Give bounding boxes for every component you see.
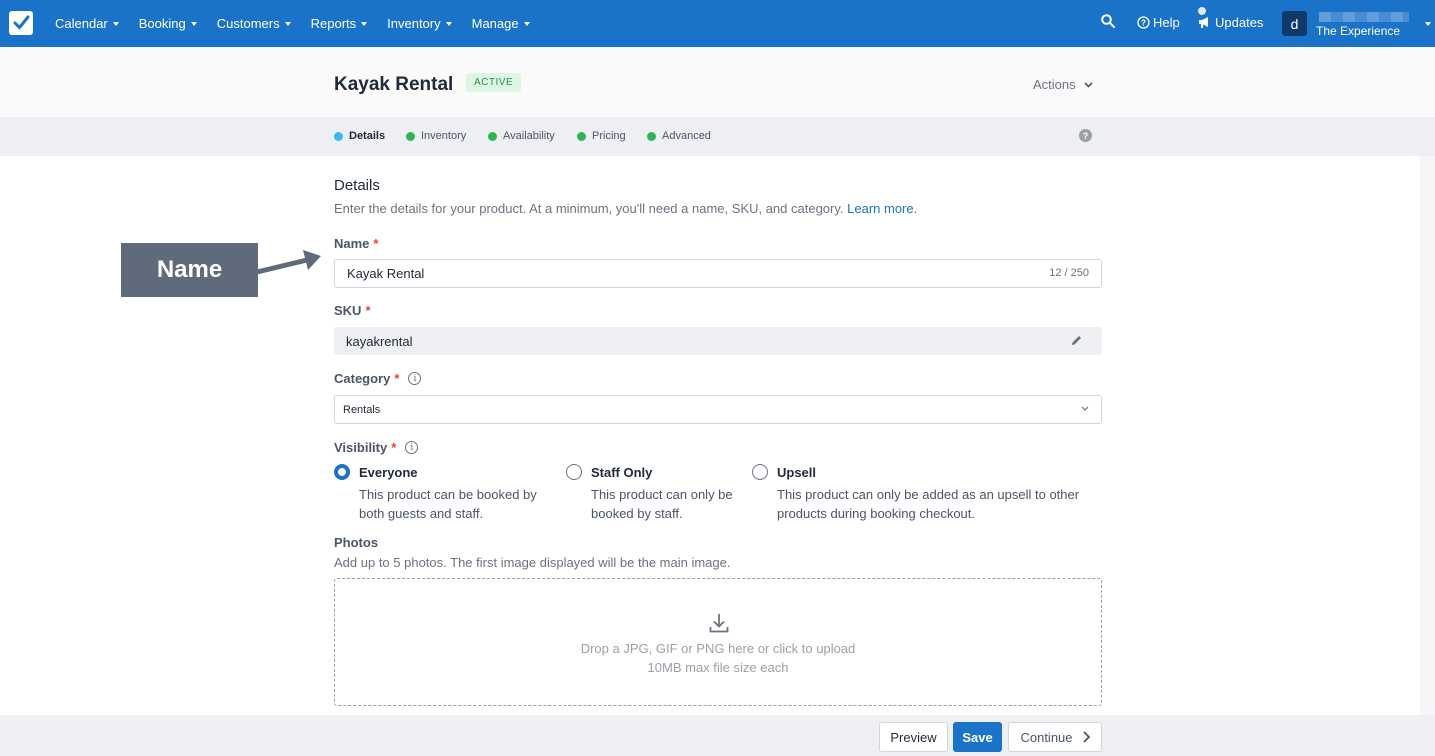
info-icon[interactable]: i [408, 372, 422, 385]
nav-reports[interactable]: Reports [301, 16, 378, 31]
dropzone-size-limit: 10MB max file size each [647, 660, 789, 675]
download-upload-icon [709, 614, 729, 633]
chevron-down-icon [1081, 406, 1089, 411]
help-link[interactable]: ? Help [1137, 15, 1180, 30]
nav-customers[interactable]: Customers [207, 16, 301, 31]
radio-button[interactable] [566, 464, 582, 480]
account-email-redacted [1319, 12, 1409, 22]
info-icon[interactable]: i [405, 441, 419, 454]
pencil-edit-icon[interactable] [1070, 334, 1083, 347]
continue-button[interactable]: Continue [1008, 722, 1102, 752]
caret-down-icon [361, 21, 368, 26]
svg-text:?: ? [1141, 19, 1146, 28]
help-question-icon[interactable]: ? [1079, 129, 1092, 142]
chevron-down-icon [1084, 81, 1093, 88]
main-menu: Calendar Booking Customers Reports Inven… [45, 0, 540, 47]
step-status-dot [334, 131, 343, 141]
step-status-dot [577, 131, 586, 141]
tab-pricing[interactable]: Pricing [577, 130, 626, 142]
search-icon[interactable] [1101, 14, 1117, 30]
annotation-arrow-icon [256, 250, 321, 275]
nav-calendar[interactable]: Calendar [45, 16, 129, 31]
category-selected-value: Rentals [343, 403, 381, 416]
product-header: Kayak Rental ACTIVE Actions [0, 47, 1435, 117]
category-select[interactable]: Rentals [334, 395, 1102, 424]
radio-button[interactable] [334, 464, 350, 480]
help-circle-icon: ? [1137, 16, 1150, 29]
save-button[interactable]: Save [953, 722, 1002, 752]
required-asterisk: * [394, 371, 400, 386]
caret-down-icon [190, 21, 197, 26]
tab-advanced[interactable]: Advanced [647, 130, 711, 142]
name-input[interactable] [347, 266, 947, 281]
caret-down-icon [523, 21, 530, 26]
visibility-label: Visibility * i [334, 440, 419, 455]
step-status-dot [488, 131, 497, 141]
notification-dot [1198, 7, 1206, 15]
name-label: Name * [334, 236, 379, 251]
app-logo-check-icon[interactable] [9, 11, 33, 35]
footer-bar: Preview Save Continue [0, 715, 1435, 756]
preview-button[interactable]: Preview [879, 722, 948, 752]
tab-inventory[interactable]: Inventory [406, 130, 466, 142]
character-counter: 12 / 250 [1049, 267, 1089, 279]
nav-manage[interactable]: Manage [462, 16, 540, 31]
chevron-right-icon [1082, 731, 1090, 743]
caret-down-icon [112, 21, 119, 26]
radio-button[interactable] [752, 464, 768, 480]
learn-more-link[interactable]: Learn more [847, 201, 913, 216]
step-status-dot [647, 131, 656, 141]
sku-label: SKU * [334, 303, 371, 318]
photos-description: Add up to 5 photos. The first image disp… [334, 555, 731, 570]
account-name[interactable]: The Experience [1316, 24, 1400, 38]
sku-value: kayakrental [346, 333, 413, 349]
name-field[interactable]: 12 / 250 [334, 259, 1102, 288]
page-title: Kayak Rental [334, 74, 454, 95]
status-badge: ACTIVE [466, 73, 522, 92]
sku-field: kayakrental [334, 327, 1102, 355]
top-navbar: Calendar Booking Customers Reports Inven… [0, 0, 1435, 47]
photo-dropzone[interactable]: Drop a JPG, GIF or PNG here or click to … [334, 578, 1102, 706]
nav-inventory[interactable]: Inventory [377, 16, 461, 31]
updates-link[interactable]: Updates [1198, 7, 1263, 30]
account-caret-down-icon[interactable] [1425, 22, 1431, 26]
nav-booking[interactable]: Booking [129, 16, 207, 31]
caret-down-icon [284, 21, 291, 26]
category-label: Category * i [334, 371, 422, 386]
tab-availability[interactable]: Availability [488, 130, 555, 142]
megaphone-icon [1199, 17, 1208, 28]
required-asterisk: * [373, 236, 379, 251]
tab-details[interactable]: Details [334, 130, 385, 142]
avatar[interactable]: d [1282, 11, 1307, 36]
caret-down-icon [445, 21, 452, 26]
section-title: Details [334, 177, 380, 194]
photos-label: Photos [334, 535, 379, 550]
section-description: Enter the details for your product. At a… [334, 201, 918, 216]
step-tabs: Details Inventory Availability Pricing A… [0, 117, 1435, 156]
annotation-callout: Name [121, 243, 258, 297]
required-asterisk: * [391, 440, 397, 455]
step-status-dot [406, 131, 415, 141]
required-asterisk: * [365, 303, 371, 318]
dropzone-instructions: Drop a JPG, GIF or PNG here or click to … [580, 641, 856, 656]
actions-dropdown[interactable]: Actions [1033, 77, 1093, 92]
